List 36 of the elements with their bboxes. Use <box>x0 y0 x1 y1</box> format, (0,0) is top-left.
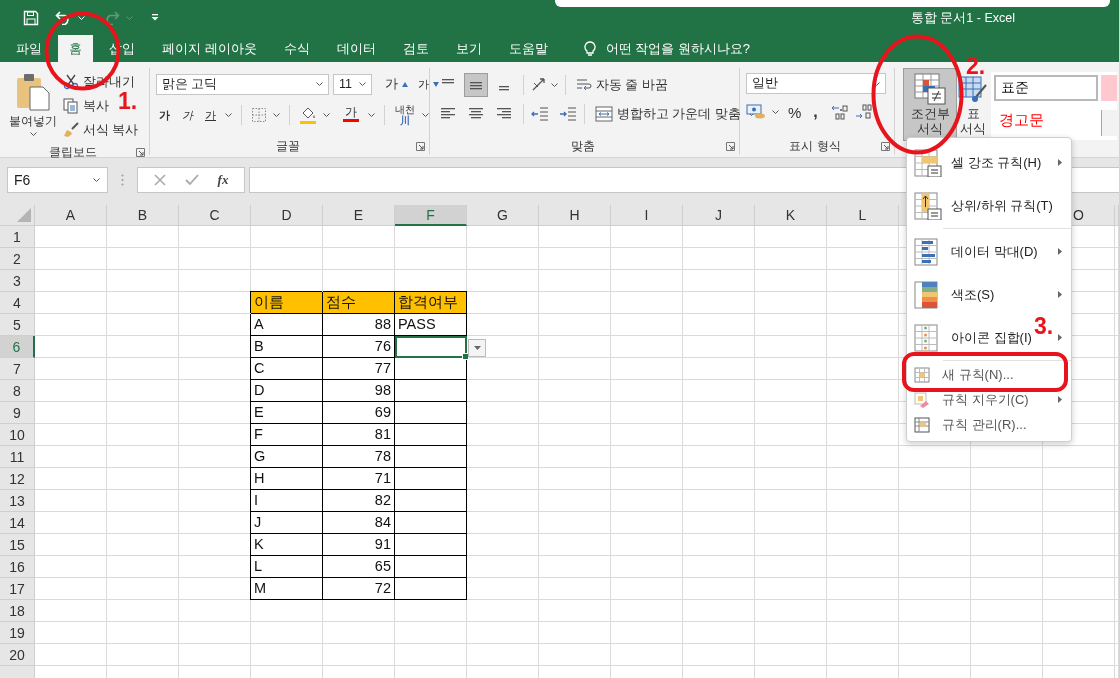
table-cell: B <box>251 336 323 358</box>
table-cell: 98 <box>323 380 395 402</box>
table-cell: 88 <box>323 314 395 336</box>
table-cell: A <box>251 314 323 336</box>
table-cell: 72 <box>323 578 395 600</box>
annotation-number: 3. <box>1034 313 1054 340</box>
table-cell: 91 <box>323 534 395 556</box>
table-cell: 77 <box>323 358 395 380</box>
table-cell: L <box>251 556 323 578</box>
table-cell: E <box>251 402 323 424</box>
table-cell: D <box>251 380 323 402</box>
group-label: 글꼴 <box>275 138 300 155</box>
table-cell: I <box>251 490 323 512</box>
table-header-cell: 이름 <box>251 292 323 314</box>
table-cell: 81 <box>323 424 395 446</box>
group-label: 맞춤 <box>570 138 595 155</box>
table-cell: M <box>251 578 323 600</box>
table-cell: H <box>251 468 323 490</box>
table-cell: J <box>251 512 323 534</box>
table-cell: 65 <box>323 556 395 578</box>
table-cell: 71 <box>323 468 395 490</box>
window-title: 통합 문서1 - Excel <box>910 10 1015 27</box>
table-cell: 84 <box>323 512 395 534</box>
group-label: 클립보드 <box>48 144 97 161</box>
table-cell: K <box>251 534 323 556</box>
table-cell: C <box>251 358 323 380</box>
table-header-cell: 합격여부 <box>395 292 467 314</box>
table-cell: G <box>251 446 323 468</box>
table-cell: F <box>251 424 323 446</box>
table-cell: 76 <box>323 336 395 358</box>
annotation-number: 1. <box>118 88 138 115</box>
table-cell: 78 <box>323 446 395 468</box>
table-cell: 69 <box>323 402 395 424</box>
group-label: 표시 형식 <box>789 138 841 155</box>
table-header-cell: 점수 <box>323 292 395 314</box>
table-cell: 82 <box>323 490 395 512</box>
